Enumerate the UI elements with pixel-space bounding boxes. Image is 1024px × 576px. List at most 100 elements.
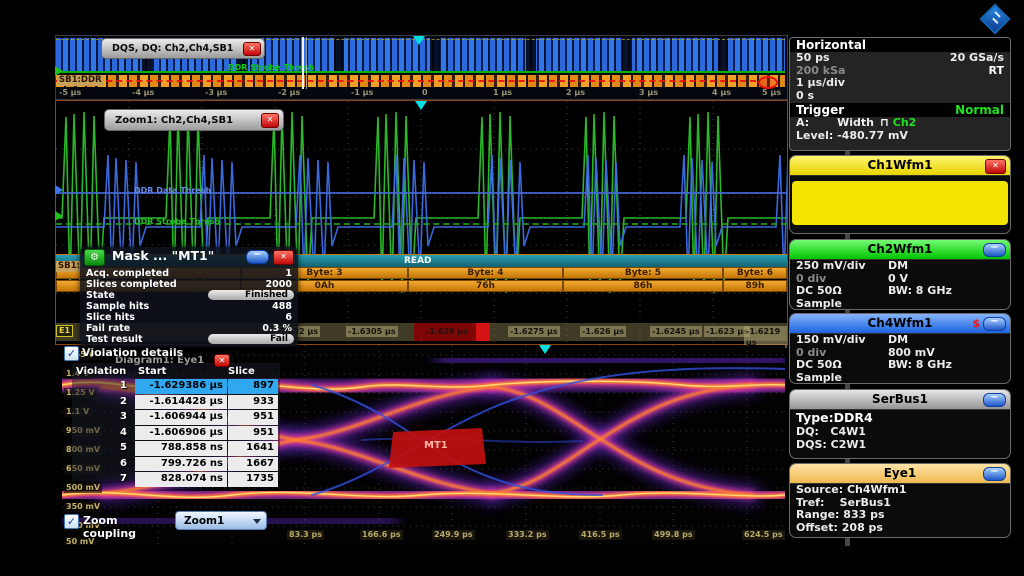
ch2wfm1-header[interactable]: Ch2Wfm1 − <box>790 240 1010 260</box>
violation-col-header: Violation <box>76 366 126 377</box>
eye1-panel[interactable]: Eye1 − Source: Ch4Wfm1 Tref: SerBus1 Ran… <box>789 463 1011 538</box>
violation-row-slice[interactable]: 951 <box>228 410 278 425</box>
eye-trigger-marker[interactable] <box>539 345 551 354</box>
ch4wfm1-header[interactable]: Ch4Wfm1 $ − <box>790 314 1010 334</box>
overview-strobe-thresh-line <box>56 71 785 73</box>
zoom1-tab[interactable]: Zoom1: Ch2,Ch4,SB1 ✕ <box>104 109 284 131</box>
rs-logo <box>982 6 1006 30</box>
violation-row-num[interactable]: 5 <box>62 441 135 456</box>
serbus1-minimize-icon[interactable]: − <box>983 393 1006 407</box>
eye1-title: Eye1 <box>884 466 917 480</box>
overview-bus-label: SB1:DDR <box>57 75 104 86</box>
mask-close-icon[interactable]: ✕ <box>273 250 294 265</box>
serbus1-panel[interactable]: SerBus1 − Type:DDR4 DQ: C4W1 DQS: C2W1 <box>789 389 1011 459</box>
violation-row-slice[interactable]: 1641 <box>228 441 278 456</box>
violation-row-num[interactable]: 6 <box>62 457 135 472</box>
violation-row-start[interactable]: 828.074 ns <box>135 472 227 487</box>
overview-trigger-marker[interactable] <box>413 36 425 45</box>
overview-tab-label: DQS, DQ: Ch2,Ch4,SB1 <box>112 43 233 54</box>
violation-row-slice[interactable]: 1735 <box>228 472 278 487</box>
violation-details-title: Violation details <box>82 346 183 359</box>
eye-x-tick: 499.8 ps <box>652 530 695 540</box>
bus-byte6-label[interactable]: Byte: 6 <box>723 267 787 279</box>
horizontal-header[interactable]: Horizontal <box>790 38 1010 52</box>
violation-row-num[interactable]: 4 <box>62 426 135 441</box>
ch2-coupling: DC 50Ω <box>796 285 888 298</box>
serbus1-header[interactable]: SerBus1 − <box>790 390 1010 410</box>
violation-row-slice[interactable]: 897 <box>228 379 278 394</box>
eye1-minimize-icon[interactable]: − <box>983 467 1006 481</box>
rs-logo-mark <box>994 11 1000 17</box>
zoom-region-line2[interactable] <box>306 37 307 89</box>
eye-x-tick: 333.2 ps <box>506 530 549 540</box>
zoom-coupling-checkbox[interactable]: ✓ <box>64 514 79 529</box>
mask-settings-button[interactable]: ⚙ <box>84 249 105 266</box>
ch1wfm1-close-icon[interactable]: ✕ <box>985 159 1006 174</box>
violation-row-slice[interactable]: 951 <box>228 426 278 441</box>
ch2-bandwidth: BW: 8 GHz <box>888 285 952 298</box>
zoom-tick: -1.6275 µs <box>508 326 560 337</box>
data-thresh-label: DDR Data Thresh <box>134 186 211 195</box>
zoom-trigger-marker[interactable] <box>415 101 427 110</box>
mask-dialog-title: Mask ... "MT1" <box>112 248 214 263</box>
zoom-region-line[interactable] <box>302 37 304 89</box>
eye-x-tick: 83.3 ps <box>287 530 324 540</box>
rs-logo-mark2 <box>992 18 998 24</box>
dropdown-caret-icon <box>253 519 261 524</box>
violation-row-start[interactable]: -1.606906 µs <box>135 426 227 441</box>
violation-row-slice[interactable]: 933 <box>228 395 278 410</box>
zoom-tick: -1.626 µs <box>580 326 626 337</box>
ch1wfm1-header[interactable]: Ch1Wfm1 ✕ <box>790 156 1010 176</box>
mask-dialog-header[interactable]: ⚙ Mask ... "MT1" − ✕ <box>80 247 298 266</box>
ch2wfm1-panel[interactable]: Ch2Wfm1 − 250 mV/divDM 0 div0 V DC 50ΩBW… <box>789 239 1011 310</box>
trigger-header[interactable]: Trigger Normal <box>790 103 1010 117</box>
zoom-coupling-dropdown[interactable]: Zoom1 <box>175 511 267 530</box>
mask-dialog[interactable]: ⚙ Mask ... "MT1" − ✕ Acq. completed1 Sli… <box>80 247 298 347</box>
zoom1-tab-label: Zoom1: Ch2,Ch4,SB1 <box>115 115 233 126</box>
overview-ch2-marker[interactable] <box>55 66 63 76</box>
violation-row-num[interactable]: 1 <box>62 379 135 394</box>
violation-row-start[interactable]: -1.629386 µs <box>135 379 227 394</box>
ch2-level-marker[interactable] <box>55 211 63 221</box>
ch4-level-marker[interactable] <box>55 185 63 195</box>
eye1-header[interactable]: Eye1 − <box>790 464 1010 484</box>
overview-tab-close-icon[interactable]: ✕ <box>243 42 261 56</box>
violation-row-start[interactable]: -1.614428 µs <box>135 395 227 410</box>
eye-x-tick: 416.5 ps <box>579 530 622 540</box>
ch1wfm1-panel[interactable]: Ch1Wfm1 ✕ <box>789 155 1011 234</box>
strobe-thresh-label: DDR Strobe Thresh <box>134 217 220 226</box>
ch4wfm1-minimize-icon[interactable]: − <box>983 317 1006 331</box>
horizontal-position: 0 s <box>796 90 814 103</box>
eye-x-tick: 624.5 ps <box>742 530 785 540</box>
overview-tick: 2 µs <box>566 88 585 97</box>
mask-minimize-icon[interactable]: − <box>246 250 269 264</box>
ch4-overload-icon: $ <box>972 314 980 333</box>
violation-row-num[interactable]: 7 <box>62 472 135 487</box>
mask-row-label: Test result <box>86 334 143 345</box>
ch2wfm1-minimize-icon[interactable]: − <box>983 243 1006 257</box>
e1-marker[interactable]: E1 <box>56 325 73 337</box>
bus-byte5-value[interactable]: 86h <box>563 280 723 292</box>
violation-details-checkbox[interactable]: ✓ <box>64 346 79 361</box>
violation-row-num[interactable]: 3 <box>62 410 135 425</box>
bus-byte6-value[interactable]: 89h <box>723 280 787 292</box>
violation-row-num[interactable]: 2 <box>62 395 135 410</box>
overview-diagram: DDR Strobe Thresh SB1:DDR -5 µs -4 µs -3… <box>55 35 788 100</box>
violation-row-slice[interactable]: 1667 <box>228 457 278 472</box>
ch4-coupling: DC 50Ω <box>796 359 888 372</box>
zoom-tick: -1.6245 µs <box>650 326 702 337</box>
ch4wfm1-panel[interactable]: Ch4Wfm1 $ − 150 mV/divDM 0 div800 mV DC … <box>789 313 1011 384</box>
bus-byte5-label[interactable]: Byte: 5 <box>563 267 723 279</box>
bus-byte4-label[interactable]: Byte: 4 <box>408 267 563 279</box>
violation-row-start[interactable]: -1.606944 µs <box>135 410 227 425</box>
zoom1-tab-close-icon[interactable]: ✕ <box>261 113 279 128</box>
trigger-state: Normal <box>955 103 1004 117</box>
bus-byte4-value[interactable]: 76h <box>408 280 563 292</box>
ch4-mode: DM <box>888 334 908 347</box>
overview-tick: 0 <box>422 88 428 97</box>
violation-row-start[interactable]: 799.726 ns <box>135 457 227 472</box>
overview-tab[interactable]: DQS, DQ: Ch2,Ch4,SB1 ✕ <box>101 38 265 59</box>
overview-tick: -3 µs <box>205 88 227 97</box>
violation-row-start[interactable]: 788.858 ns <box>135 441 227 456</box>
ch2wfm1-title: Ch2Wfm1 <box>867 242 932 256</box>
